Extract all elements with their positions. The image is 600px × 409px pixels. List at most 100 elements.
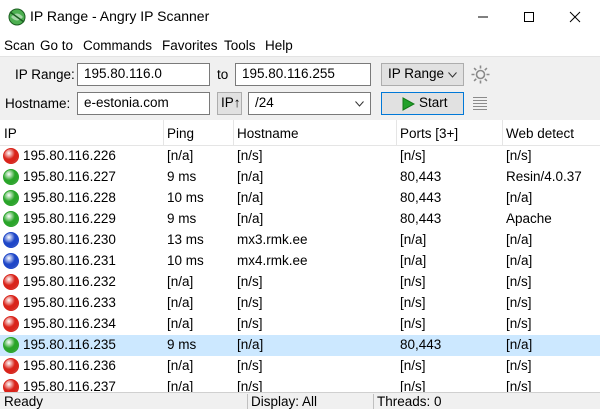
column-divider[interactable] xyxy=(396,120,397,146)
ip-up-button[interactable]: IP↑ xyxy=(217,92,242,115)
cell-web-detect: Apache xyxy=(506,211,552,226)
table-row[interactable]: 195.80.116.233 [n/a] [n/s] [n/s] [n/s] xyxy=(0,293,600,314)
cell-ports: 80,443 xyxy=(400,211,442,226)
column-header-ping[interactable]: Ping xyxy=(167,126,194,141)
cell-ping: [n/a] xyxy=(167,148,194,163)
columns-list-icon[interactable] xyxy=(472,95,488,111)
cell-web-detect: [n/s] xyxy=(506,295,532,310)
cell-ip: 195.80.116.234 xyxy=(23,316,116,331)
close-icon xyxy=(569,11,581,23)
cell-hostname: mx4.rmk.ee xyxy=(237,253,308,268)
table-row[interactable]: 195.80.116.234 [n/a] [n/s] [n/s] [n/s] xyxy=(0,314,600,335)
feeder-select[interactable]: IP Range xyxy=(381,63,464,86)
cell-hostname: [n/s] xyxy=(237,358,263,373)
cell-ping: [n/a] xyxy=(167,358,194,373)
table-row[interactable]: 195.80.116.231 10 ms mx4.rmk.ee [n/a] [n/a] xyxy=(0,251,600,272)
table-row[interactable]: 195.80.116.227 9 ms [n/a] 80,443 Resin/4.0.3… xyxy=(0,167,600,188)
ip-end-input[interactable]: 195.80.116.255 xyxy=(235,63,371,86)
cell-web-detect: [n/a] xyxy=(506,190,533,205)
cell-ip: 195.80.116.236 xyxy=(23,358,116,373)
host-alive-status-icon xyxy=(3,337,19,353)
results-table: IP Ping Hostname Ports [3+] Web detect 1… xyxy=(0,120,600,394)
cell-ports: [n/a] xyxy=(400,253,427,268)
cell-web-detect: [n/a] xyxy=(506,232,533,247)
title-bar: IP Range - Angry IP Scanner xyxy=(0,0,600,33)
cell-ping: [n/a] xyxy=(167,316,194,331)
column-divider[interactable] xyxy=(163,120,164,146)
table-row[interactable]: 195.80.116.226 [n/a] [n/s] [n/s] [n/s] xyxy=(0,146,600,167)
cell-ping: 10 ms xyxy=(167,253,204,268)
cell-ports: [n/s] xyxy=(400,295,426,310)
cell-hostname: [n/s] xyxy=(237,274,263,289)
table-row[interactable]: 195.80.116.236 [n/a] [n/s] [n/s] [n/s] xyxy=(0,356,600,377)
menu-help[interactable]: Help xyxy=(265,38,293,53)
cell-ports: [n/s] xyxy=(400,274,426,289)
table-row[interactable]: 195.80.116.230 13 ms mx3.rmk.ee [n/a] [n/a] xyxy=(0,230,600,251)
host-info-status-icon xyxy=(3,232,19,248)
cell-ip: 195.80.116.233 xyxy=(23,295,116,310)
hostname-label: Hostname: xyxy=(5,96,71,111)
cell-ping: 9 ms xyxy=(167,211,197,226)
host-dead-status-icon xyxy=(3,274,19,290)
cell-ping: 10 ms xyxy=(167,190,204,205)
maximize-button[interactable] xyxy=(506,0,552,33)
status-divider xyxy=(373,394,374,409)
settings-gear-icon[interactable] xyxy=(470,64,491,85)
cell-web-detect: [n/s] xyxy=(506,274,532,289)
minimize-icon xyxy=(478,16,488,18)
menu-commands[interactable]: Commands xyxy=(83,38,152,53)
start-button-label: Start xyxy=(419,95,448,110)
menu-scan[interactable]: Scan xyxy=(4,38,35,53)
cell-hostname: [n/a] xyxy=(237,337,264,352)
status-display: Display: All xyxy=(251,394,318,409)
cell-ports: [n/s] xyxy=(400,316,426,331)
cell-ip: 195.80.116.229 xyxy=(23,211,116,226)
host-alive-status-icon xyxy=(3,169,19,185)
column-divider[interactable] xyxy=(233,120,234,146)
host-dead-status-icon xyxy=(3,295,19,311)
column-header-hostname[interactable]: Hostname xyxy=(237,126,299,141)
ip-start-input[interactable]: 195.80.116.0 xyxy=(77,63,210,86)
cell-ports: 80,443 xyxy=(400,169,442,184)
cell-ip: 195.80.116.228 xyxy=(23,190,116,205)
cell-web-detect: Resin/4.0.37 xyxy=(506,169,582,184)
menu-go-to[interactable]: Go to xyxy=(40,38,73,53)
table-row[interactable]: 195.80.116.229 9 ms [n/a] 80,443 Apache xyxy=(0,209,600,230)
status-divider xyxy=(247,394,248,409)
play-icon xyxy=(402,97,415,111)
angry-ip-scanner-logo-icon xyxy=(8,8,26,26)
feeder-select-value: IP Range xyxy=(388,66,445,81)
host-dead-status-icon xyxy=(3,148,19,164)
column-header-ip[interactable]: IP xyxy=(4,126,17,141)
close-button[interactable] xyxy=(552,0,598,33)
cell-hostname: [n/a] xyxy=(237,190,264,205)
cell-ping: 13 ms xyxy=(167,232,204,247)
chevron-down-icon xyxy=(448,72,457,78)
cell-hostname: [n/s] xyxy=(237,295,263,310)
cell-web-detect: [n/a] xyxy=(506,337,533,352)
hostname-input[interactable]: e-estonia.com xyxy=(77,92,210,115)
table-row[interactable]: 195.80.116.232 [n/a] [n/s] [n/s] [n/s] xyxy=(0,272,600,293)
column-divider[interactable] xyxy=(502,120,503,146)
cell-ping: [n/a] xyxy=(167,274,194,289)
cell-ports: [n/a] xyxy=(400,232,427,247)
status-ready: Ready xyxy=(4,394,44,409)
cell-ip: 195.80.116.232 xyxy=(23,274,116,289)
table-row[interactable]: 195.80.116.235 9 ms [n/a] 80,443 [n/a] xyxy=(0,335,600,356)
minimize-button[interactable] xyxy=(460,0,506,33)
column-header-web-detect[interactable]: Web detect xyxy=(506,126,574,141)
status-bar: Ready Display: All Threads: 0 xyxy=(0,392,600,409)
cell-web-detect: [n/s] xyxy=(506,358,532,373)
menu-favorites[interactable]: Favorites xyxy=(162,38,218,53)
cell-hostname: [n/s] xyxy=(237,316,263,331)
cell-ports: 80,443 xyxy=(400,337,442,352)
menu-tools[interactable]: Tools xyxy=(224,38,256,53)
scan-toolbar: IP Range: 195.80.116.0 to 195.80.116.255… xyxy=(0,56,600,120)
ip-range-label: IP Range: xyxy=(15,67,75,82)
netmask-select[interactable]: /24 xyxy=(248,92,371,115)
table-row[interactable]: 195.80.116.228 10 ms [n/a] 80,443 [n/a] xyxy=(0,188,600,209)
cell-ip: 195.80.116.226 xyxy=(23,148,116,163)
cell-web-detect: [n/s] xyxy=(506,148,532,163)
column-header-ports[interactable]: Ports [3+] xyxy=(400,126,458,141)
start-button[interactable]: Start xyxy=(381,92,464,115)
